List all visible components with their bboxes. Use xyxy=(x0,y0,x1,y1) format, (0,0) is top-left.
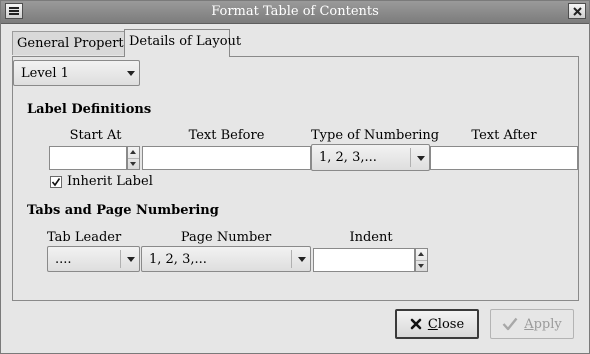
format-toc-dialog: Format Table of Contents General Propert… xyxy=(0,0,590,354)
apply-mnemonic: A xyxy=(524,316,534,332)
chevron-down-icon xyxy=(417,155,425,161)
start-at-label: Start At xyxy=(69,128,122,143)
indent-spinner[interactable] xyxy=(415,248,428,272)
text-after-label: Text After xyxy=(471,128,537,143)
tab-general-properties[interactable]: General Properties xyxy=(12,31,142,55)
level-select-value: Level 1 xyxy=(21,66,69,81)
spin-up-icon[interactable] xyxy=(418,252,424,256)
close-button[interactable]: Close xyxy=(395,309,479,339)
close-mnemonic: C xyxy=(427,316,438,332)
window-title: Format Table of Contents xyxy=(211,4,379,19)
chevron-down-icon xyxy=(127,71,135,76)
close-label: lose xyxy=(437,316,465,332)
apply-label: pply xyxy=(533,316,562,332)
spin-down-icon[interactable] xyxy=(130,162,136,166)
tab-leader-value: .... xyxy=(55,252,72,267)
text-before-input[interactable] xyxy=(142,146,311,170)
spin-up-icon[interactable] xyxy=(130,150,136,154)
inherit-label-checkbox[interactable] xyxy=(50,176,62,188)
tab-details-of-layout[interactable]: Details of Layout xyxy=(124,29,241,57)
close-x-icon xyxy=(410,318,422,330)
text-before-label: Text Before xyxy=(188,128,265,143)
text-after-input[interactable] xyxy=(430,146,578,170)
page-number-label: Page Number xyxy=(180,230,272,245)
chevron-down-icon xyxy=(298,257,306,262)
level-select[interactable]: Level 1 xyxy=(13,60,140,86)
tabs-page-numbering-heading: Tabs and Page Numbering xyxy=(27,203,219,218)
title-bar[interactable]: Format Table of Contents xyxy=(1,1,589,24)
page-number-value: 1, 2, 3,... xyxy=(149,252,207,267)
type-of-numbering-select[interactable]: 1, 2, 3,... xyxy=(311,144,430,171)
chevron-down-icon xyxy=(127,257,135,262)
type-of-numbering-value: 1, 2, 3,... xyxy=(319,150,377,165)
page-number-select[interactable]: 1, 2, 3,... xyxy=(141,246,311,272)
spin-down-icon[interactable] xyxy=(418,264,424,268)
tab-leader-select[interactable]: .... xyxy=(47,246,140,272)
start-at-spinner[interactable] xyxy=(127,146,140,170)
indent-input[interactable] xyxy=(313,248,415,272)
label-definitions-heading: Label Definitions xyxy=(27,102,152,117)
start-at-input[interactable] xyxy=(49,146,127,170)
window-close-icon[interactable] xyxy=(568,3,586,19)
apply-button[interactable]: Apply xyxy=(490,309,574,339)
checkmark-icon xyxy=(502,317,518,331)
indent-label: Indent xyxy=(349,230,393,245)
checkmark-icon xyxy=(51,178,61,187)
inherit-label-text[interactable]: Inherit Label xyxy=(67,174,153,189)
type-of-numbering-label: Type of Numbering xyxy=(311,128,440,143)
tab-leader-label: Tab Leader xyxy=(47,230,122,245)
